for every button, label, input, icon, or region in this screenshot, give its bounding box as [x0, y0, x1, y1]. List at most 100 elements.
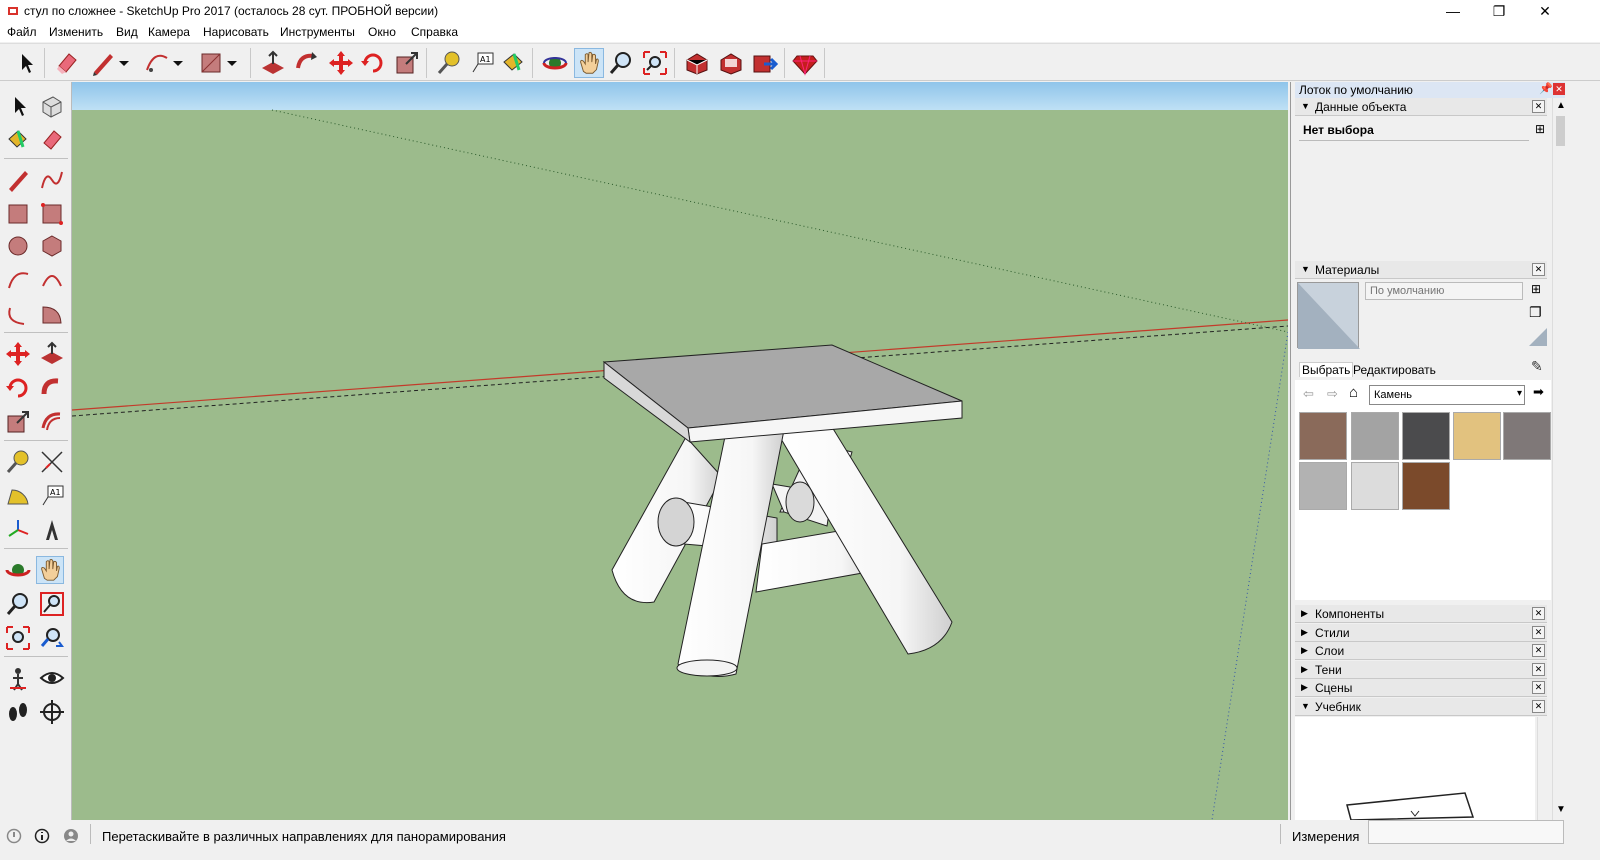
restore-button[interactable]: ❐ — [1476, 0, 1522, 22]
menu-camera[interactable]: Камера — [148, 25, 190, 39]
components-close-icon[interactable]: ✕ — [1532, 607, 1545, 620]
3d-viewport[interactable] — [72, 82, 1288, 820]
scroll-down-icon[interactable]: ▼ — [1556, 804, 1566, 815]
material-swatch-6[interactable] — [1299, 462, 1347, 510]
rectangle-tool-icon[interactable] — [196, 48, 226, 78]
three-point-arc-icon[interactable] — [4, 300, 32, 328]
scroll-thumb[interactable] — [1556, 116, 1565, 146]
library-select[interactable]: Камень ▾ — [1369, 385, 1525, 405]
arc-dropdown-icon[interactable] — [170, 48, 186, 78]
details-arrow-icon[interactable]: ➡ — [1533, 384, 1544, 400]
tab-select[interactable]: Выбрать — [1299, 362, 1354, 377]
zoom-extents-icon[interactable] — [4, 624, 32, 652]
tray-close-icon[interactable]: ✕ — [1553, 83, 1565, 95]
move-icon[interactable] — [4, 340, 32, 368]
upload-model-icon[interactable] — [750, 48, 780, 78]
material-swatch-7[interactable] — [1351, 462, 1399, 510]
minimize-button[interactable]: — — [1430, 0, 1476, 22]
material-swatch-4[interactable] — [1453, 412, 1501, 460]
menu-file[interactable]: Файл — [7, 25, 37, 39]
push-pull-tool-icon[interactable] — [258, 48, 288, 78]
shadows-close-icon[interactable]: ✕ — [1532, 663, 1545, 676]
close-window-button[interactable]: ✕ — [1522, 0, 1568, 22]
move-tool-icon[interactable] — [326, 48, 356, 78]
pie-icon[interactable] — [38, 300, 66, 328]
eraser-icon[interactable] — [38, 126, 66, 154]
line-icon[interactable] — [4, 166, 32, 194]
position-camera-icon[interactable] — [4, 664, 32, 692]
scroll-up-icon[interactable]: ▲ — [1556, 100, 1566, 111]
arc-tool-icon[interactable] — [142, 48, 172, 78]
sample-paint-icon[interactable] — [1529, 328, 1547, 346]
walk-icon[interactable] — [4, 698, 32, 726]
material-swatch-5[interactable] — [1503, 412, 1551, 460]
components-header[interactable]: ▶ Компоненты ✕ — [1295, 605, 1547, 623]
push-pull-icon[interactable] — [38, 340, 66, 368]
pin-icon[interactable]: 📌 — [1539, 82, 1553, 95]
menu-window[interactable]: Окно — [368, 25, 396, 39]
3d-text-icon[interactable] — [38, 516, 66, 544]
scenes-header[interactable]: ▶ Сцены ✕ — [1295, 679, 1547, 697]
circle-icon[interactable] — [4, 232, 32, 260]
axes-icon[interactable] — [4, 516, 32, 544]
previous-view-icon[interactable] — [38, 624, 66, 652]
back-arrow-icon[interactable]: ⇦ — [1303, 386, 1314, 402]
instructor-scrollbar[interactable] — [1537, 717, 1547, 820]
entity-info-header[interactable]: ▼ Данные объекта ✕ — [1295, 98, 1547, 116]
offset-icon[interactable] — [38, 408, 66, 436]
zoom-icon[interactable] — [4, 590, 32, 618]
scale-icon[interactable] — [4, 408, 32, 436]
pencil-dropdown-icon[interactable] — [116, 48, 132, 78]
menu-edit[interactable]: Изменить — [49, 25, 103, 39]
tab-edit[interactable]: Редактировать — [1353, 363, 1436, 377]
text-icon[interactable]: A1 — [38, 482, 66, 510]
styles-header[interactable]: ▶ Стили ✕ — [1295, 624, 1547, 642]
material-swatch-8[interactable] — [1402, 462, 1450, 510]
instructor-close-icon[interactable]: ✕ — [1532, 700, 1545, 713]
material-name-input[interactable] — [1365, 282, 1523, 300]
layers-close-icon[interactable]: ✕ — [1532, 644, 1545, 657]
user-account-icon[interactable] — [63, 828, 79, 844]
material-swatch-3[interactable] — [1402, 412, 1450, 460]
pencil-tool-icon[interactable] — [88, 48, 118, 78]
create-material-icon[interactable]: ⊞ — [1531, 282, 1541, 296]
entity-info-toggle-icon[interactable]: ⊞ — [1535, 122, 1545, 136]
extension-warehouse-icon[interactable] — [790, 48, 820, 78]
warehouse-icon[interactable] — [682, 48, 712, 78]
materials-header[interactable]: ▼ Материалы ✕ — [1295, 261, 1547, 279]
material-swatch-1[interactable] — [1299, 412, 1347, 460]
select-icon[interactable] — [6, 92, 34, 120]
eraser-tool-icon[interactable] — [52, 48, 82, 78]
model-materials-icon[interactable]: ❐ — [1529, 304, 1542, 321]
materials-close-icon[interactable]: ✕ — [1532, 263, 1545, 276]
rotate-tool-icon[interactable] — [358, 48, 388, 78]
rotated-rectangle-icon[interactable] — [38, 200, 66, 228]
follow-me-tool-icon[interactable] — [292, 48, 322, 78]
scale-tool-icon[interactable] — [392, 48, 422, 78]
menu-draw[interactable]: Нарисовать — [203, 25, 269, 39]
tape-measure-tool-icon[interactable] — [434, 48, 464, 78]
zoom-extents-tool-icon[interactable] — [640, 48, 670, 78]
orbit-icon[interactable] — [4, 556, 32, 584]
eyedropper-icon[interactable]: ✎ — [1531, 358, 1543, 375]
menu-view[interactable]: Вид — [116, 25, 138, 39]
material-swatch-2[interactable] — [1351, 412, 1399, 460]
menu-tools[interactable]: Инструменты — [280, 25, 355, 39]
polygon-icon[interactable] — [38, 232, 66, 260]
section-plane-icon[interactable] — [38, 698, 66, 726]
orbit-tool-icon[interactable] — [540, 48, 570, 78]
make-component-icon[interactable] — [38, 92, 66, 120]
instructor-header[interactable]: ▼ Учебник ✕ — [1295, 698, 1547, 716]
text-tool-icon[interactable]: A1 — [468, 48, 498, 78]
paint-bucket-icon[interactable] — [4, 126, 32, 154]
styles-close-icon[interactable]: ✕ — [1532, 626, 1545, 639]
entity-info-close-icon[interactable]: ✕ — [1532, 100, 1545, 113]
shadows-header[interactable]: ▶ Тени ✕ — [1295, 661, 1547, 679]
look-around-icon[interactable] — [38, 664, 66, 692]
measurements-input[interactable] — [1368, 820, 1564, 844]
forward-arrow-icon[interactable]: ⇨ — [1327, 386, 1338, 402]
follow-me-icon[interactable] — [38, 374, 66, 402]
protractor-icon[interactable] — [4, 482, 32, 510]
rectangle-icon[interactable] — [4, 200, 32, 228]
zoom-tool-icon[interactable] — [606, 48, 636, 78]
